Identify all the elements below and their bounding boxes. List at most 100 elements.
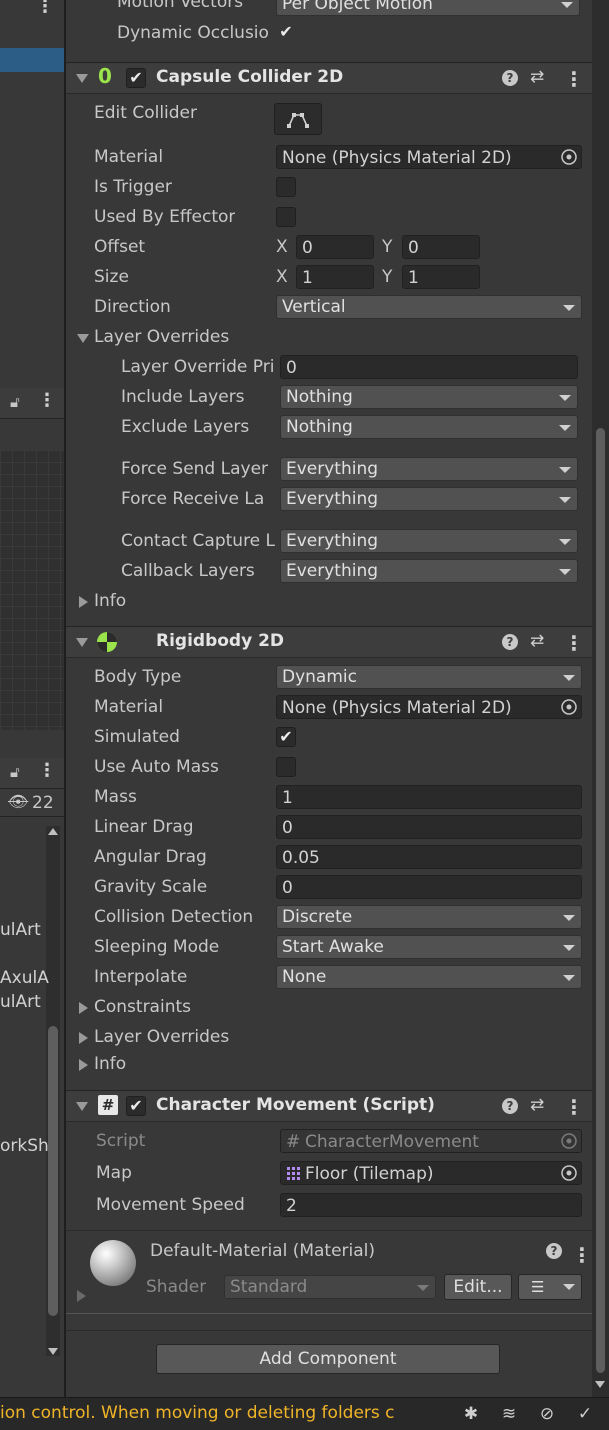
layer-overrides-label[interactable]: Layer Overrides — [94, 327, 229, 347]
collision-detection-dropdown[interactable]: Discrete — [276, 905, 582, 929]
add-component-button[interactable]: Add Component — [156, 1344, 500, 1374]
script-file-icon: # — [286, 1132, 301, 1152]
object-picker-icon[interactable] — [558, 146, 580, 168]
rb-layer-overrides-foldout-icon[interactable] — [79, 1032, 88, 1044]
dynamic-occlusion-checkbox[interactable]: ✔ — [276, 23, 296, 43]
layer-overrides-foldout-icon[interactable] — [77, 334, 89, 343]
body-type-dropdown[interactable]: Dynamic — [276, 665, 582, 689]
force-receive-layers-dropdown[interactable]: Everything — [280, 487, 578, 511]
scroll-up-icon[interactable] — [48, 828, 58, 835]
foldout-icon[interactable] — [76, 74, 88, 83]
scroll-down-icon[interactable] — [595, 1381, 605, 1388]
is-trigger-checkbox[interactable] — [276, 177, 296, 197]
object-picker-icon[interactable] — [558, 696, 580, 718]
used-by-effector-checkbox[interactable] — [276, 207, 296, 227]
lock-icon[interactable]: 🔓︎ — [10, 393, 20, 411]
body-type-label: Body Type — [94, 667, 182, 687]
mass-field[interactable]: 1 — [276, 785, 582, 809]
layer-override-priority-field[interactable]: 0 — [280, 355, 578, 379]
status-bar: ion control. When moving or deleting fol… — [0, 1397, 609, 1430]
tilemap-icon — [287, 1167, 300, 1180]
size-x-field[interactable]: 1 — [296, 265, 374, 289]
panel-menu-icon[interactable]: ⋮ — [36, 0, 54, 16]
left-scrollbar[interactable] — [46, 826, 60, 1356]
mass-label: Mass — [94, 787, 137, 807]
lock-icon[interactable]: 🔓︎ — [10, 763, 20, 781]
include-layers-dropdown[interactable]: Nothing — [280, 385, 578, 409]
console-message[interactable]: ion control. When moving or deleting fol… — [0, 1403, 396, 1423]
context-menu-icon[interactable]: ⋮ — [564, 1097, 584, 1117]
gravity-scale-field[interactable]: 0 — [276, 875, 582, 899]
divider — [66, 1313, 592, 1314]
edit-collider-button[interactable] — [274, 103, 322, 135]
character-movement-enabled-checkbox[interactable]: ✔ — [126, 1096, 146, 1116]
help-icon[interactable]: ? — [546, 1243, 562, 1259]
info-label[interactable]: Info — [94, 591, 126, 611]
presets-icon[interactable]: ⇄ — [530, 631, 544, 651]
angular-drag-field[interactable]: 0.05 — [276, 845, 582, 869]
checkmark-circle-icon[interactable]: ✓ — [574, 1404, 596, 1424]
chevron-down-icon — [563, 975, 575, 981]
help-icon[interactable]: ? — [502, 1098, 518, 1114]
direction-dropdown[interactable]: Vertical — [276, 295, 582, 319]
size-y-field[interactable]: 1 — [402, 265, 480, 289]
simulated-checkbox[interactable]: ✔ — [276, 727, 296, 747]
debug-off-icon[interactable]: ✱ — [460, 1404, 482, 1424]
material-object-field[interactable]: None (Physics Material 2D) — [276, 145, 582, 169]
cache-off-icon[interactable]: ⊘ — [536, 1404, 558, 1424]
hierarchy-item[interactable]: ulArt — [0, 920, 41, 940]
presets-icon[interactable]: ⇄ — [530, 67, 544, 87]
inspector-scroll-thumb[interactable] — [596, 428, 605, 1373]
context-menu-icon[interactable]: ⋮ — [564, 633, 584, 653]
map-object-field[interactable]: Floor (Tilemap) — [280, 1161, 582, 1185]
shader-edit-button[interactable]: Edit... — [444, 1274, 512, 1300]
rb-info-foldout-icon[interactable] — [79, 1059, 88, 1071]
scene-view-grid[interactable] — [0, 450, 64, 730]
rigidbody-header[interactable]: Rigidbody 2D ? ⇄ ⋮ — [66, 626, 592, 658]
linear-drag-field[interactable]: 0 — [276, 815, 582, 839]
scene-panel-header: 🔓︎ ⋮ — [0, 388, 64, 419]
panel-menu-icon[interactable]: ⋮ — [38, 760, 56, 781]
interpolate-dropdown[interactable]: None — [276, 965, 582, 989]
offset-y-field[interactable]: 0 — [402, 235, 480, 259]
rb-material-object-field[interactable]: None (Physics Material 2D) — [276, 695, 582, 719]
sleeping-mode-dropdown[interactable]: Start Awake — [276, 935, 582, 959]
layers-off-icon[interactable]: ≋ — [498, 1404, 520, 1424]
material-foldout-icon[interactable] — [77, 1290, 86, 1302]
help-icon[interactable]: ? — [502, 634, 518, 650]
exclude-layers-dropdown[interactable]: Nothing — [280, 415, 578, 439]
hidden-eye-icon[interactable]: 👁︎ — [8, 792, 28, 811]
selected-hierarchy-row[interactable] — [0, 48, 64, 72]
character-movement-header[interactable]: # ✔ Character Movement (Script) ? ⇄ ⋮ — [66, 1090, 592, 1122]
hierarchy-item[interactable]: AxulA — [0, 968, 49, 988]
panel-menu-icon[interactable]: ⋮ — [38, 390, 56, 411]
hierarchy-item[interactable]: ulArt — [0, 992, 41, 1012]
visibility-bar: 👁︎ 22 — [0, 790, 64, 817]
rb-info-label[interactable]: Info — [94, 1054, 126, 1074]
foldout-icon[interactable] — [76, 638, 88, 647]
force-send-layers-dropdown[interactable]: Everything — [280, 457, 578, 481]
capsule-collider-enabled-checkbox[interactable]: ✔ — [126, 68, 146, 88]
presets-icon[interactable]: ⇄ — [530, 1095, 544, 1115]
constraints-label[interactable]: Constraints — [94, 997, 191, 1017]
scroll-down-icon[interactable] — [48, 1348, 58, 1355]
offset-x-field[interactable]: 0 — [296, 235, 374, 259]
rb-layer-overrides-label[interactable]: Layer Overrides — [94, 1027, 229, 1047]
use-auto-mass-checkbox[interactable] — [276, 757, 296, 777]
constraints-foldout-icon[interactable] — [79, 1002, 88, 1014]
help-icon[interactable]: ? — [502, 70, 518, 86]
shader-options-button[interactable]: ☰ — [518, 1274, 582, 1300]
movement-speed-field[interactable]: 2 — [280, 1193, 582, 1217]
callback-layers-dropdown[interactable]: Everything — [280, 559, 578, 583]
contact-capture-layers-dropdown[interactable]: Everything — [280, 529, 578, 553]
context-menu-icon[interactable]: ⋮ — [564, 69, 584, 89]
info-foldout-icon[interactable] — [79, 596, 88, 608]
motion-vectors-dropdown[interactable]: Per Object Motion — [276, 0, 580, 16]
object-picker-icon[interactable] — [558, 1162, 580, 1184]
foldout-icon[interactable] — [76, 1102, 88, 1111]
list-icon: ☰ — [531, 1278, 545, 1296]
context-menu-icon[interactable]: ⋮ — [572, 1245, 592, 1265]
left-scroll-thumb[interactable] — [48, 1026, 58, 1316]
capsule-collider-header[interactable]: 0 ✔ Capsule Collider 2D ? ⇄ ⋮ — [66, 62, 592, 94]
hierarchy-item[interactable]: orkSh — [0, 1136, 49, 1156]
